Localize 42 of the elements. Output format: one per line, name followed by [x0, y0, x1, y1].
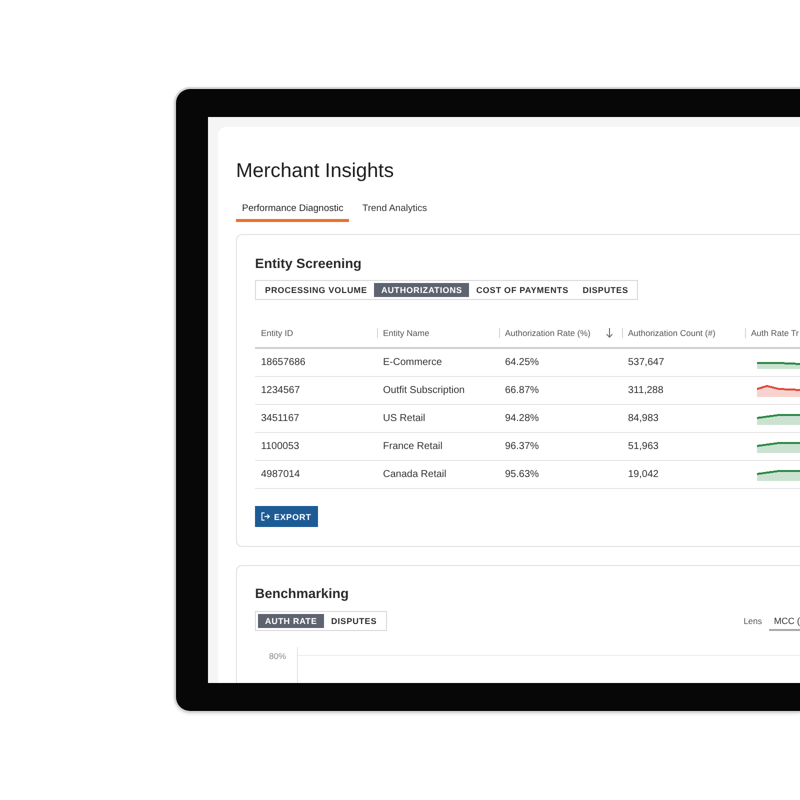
- column-header: Authorization Rate (%): [505, 328, 591, 338]
- table-cell-text: 4987014: [260, 469, 300, 480]
- tab[interactable]: Performance Diagnostic: [236, 198, 350, 222]
- segment-tab[interactable]: DISPUTES: [324, 614, 384, 628]
- table-cell-text: 3451167: [260, 413, 300, 424]
- arrow-from-bracket-icon: [261, 512, 270, 521]
- table-cell-text: 95.63%: [504, 469, 539, 480]
- table-cell-text: Outfit Subscription: [382, 385, 465, 396]
- table-cell-text: 94.28%: [504, 413, 539, 424]
- segment-tab[interactable]: COST OF PAYMENTS: [469, 283, 576, 297]
- table-cell-text: France Retail: [382, 441, 442, 452]
- section-title: Entity Screening: [255, 255, 362, 273]
- column-header: Entity ID: [261, 328, 294, 338]
- lens-label: Lens: [744, 616, 762, 626]
- table-cell-text: 18657686: [260, 357, 306, 368]
- table-cell-text: 51,963: [627, 441, 659, 452]
- table-cell-text: 66.87%: [504, 385, 539, 396]
- arrow-down-icon[interactable]: [606, 328, 613, 338]
- lens-dropdown[interactable]: MCC (: [769, 611, 800, 631]
- table-cell-text: US Retail: [382, 413, 426, 424]
- table-cell-text: 537,647: [627, 357, 664, 368]
- column-header: Authorization Count (#): [628, 328, 716, 338]
- table-cell-text: Canada Retail: [382, 469, 446, 480]
- table-cell-text: 1234567: [260, 385, 300, 396]
- table-cell-text: 311,288: [627, 385, 664, 396]
- column-header: Auth Rate Tr: [751, 328, 799, 338]
- y-axis-label: 80%: [268, 651, 286, 661]
- page-title: Merchant Insights: [236, 160, 394, 182]
- table-cell-text: 19,042: [627, 469, 659, 480]
- export-button[interactable]: EXPORT: [255, 506, 318, 527]
- table-cell-text: E-Commerce: [382, 357, 442, 368]
- section-title: Benchmarking: [255, 585, 349, 603]
- table-cell-text: 1100053: [260, 441, 300, 452]
- column-header: Entity Name: [383, 328, 430, 338]
- tab[interactable]: Trend Analytics: [356, 198, 433, 222]
- segment-tab[interactable]: AUTH RATE: [258, 614, 324, 628]
- table-cell-text: 84,983: [627, 413, 659, 424]
- segment-tab[interactable]: PROCESSING VOLUME: [258, 283, 374, 297]
- segment-tab[interactable]: DISPUTES: [576, 283, 636, 297]
- table-cell-text: 64.25%: [504, 357, 539, 368]
- table-cell-text: 96.37%: [504, 441, 539, 452]
- segment-tab[interactable]: AUTHORIZATIONS: [374, 283, 470, 297]
